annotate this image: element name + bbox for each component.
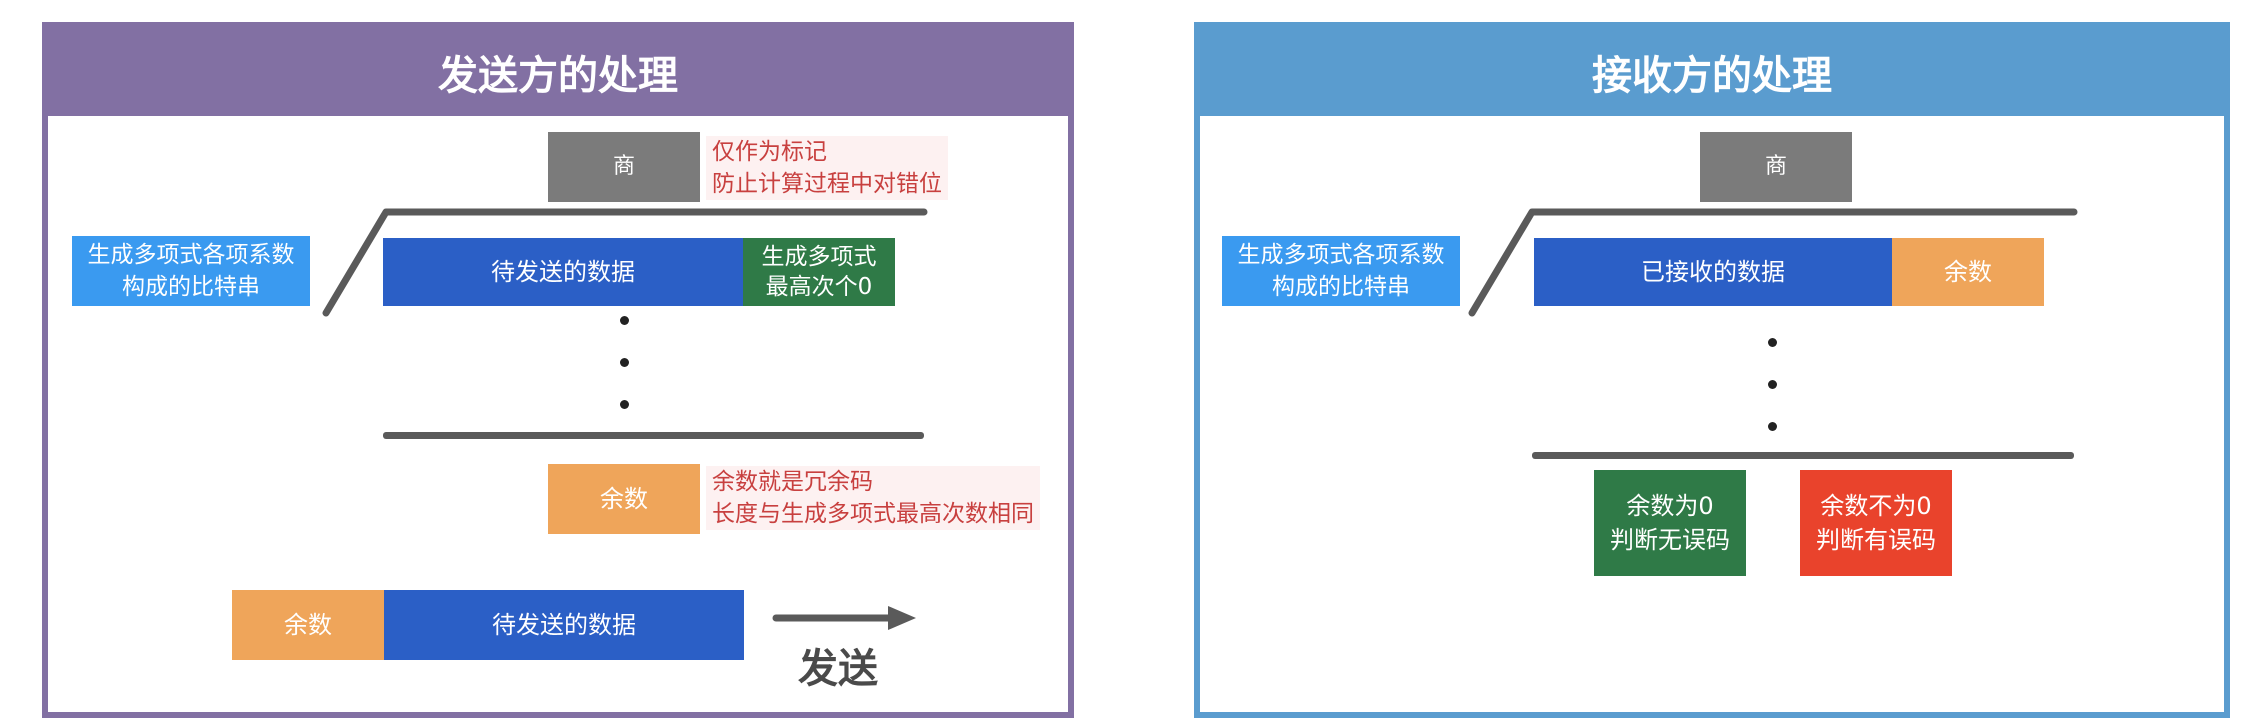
receiver-data-block: 已接收的数据 <box>1534 238 1892 306</box>
receiver-result-no-error: 余数为0 判断无误码 <box>1594 470 1746 576</box>
no-error-line-2: 判断无误码 <box>1610 526 1730 554</box>
error-line-2: 判断有误码 <box>1816 526 1936 554</box>
receiver-data-label: 已接收的数据 <box>1641 258 1785 286</box>
receiver-remainder-block: 余数 <box>1892 238 2044 306</box>
receiver-remainder-label: 余数 <box>1944 258 1992 286</box>
no-error-line-1: 余数为0 <box>1626 492 1714 520</box>
receiver-ellipsis-dot <box>1768 338 1777 347</box>
receiver-result-error: 余数不为0 判断有误码 <box>1800 470 1952 576</box>
error-line-1: 余数不为0 <box>1820 492 1932 520</box>
receiver-result-line <box>1532 452 2074 459</box>
receiver-ellipsis-dot <box>1768 380 1777 389</box>
receiver-ellipsis-dot <box>1768 422 1777 431</box>
receiver-division-bracket <box>1468 208 2078 317</box>
